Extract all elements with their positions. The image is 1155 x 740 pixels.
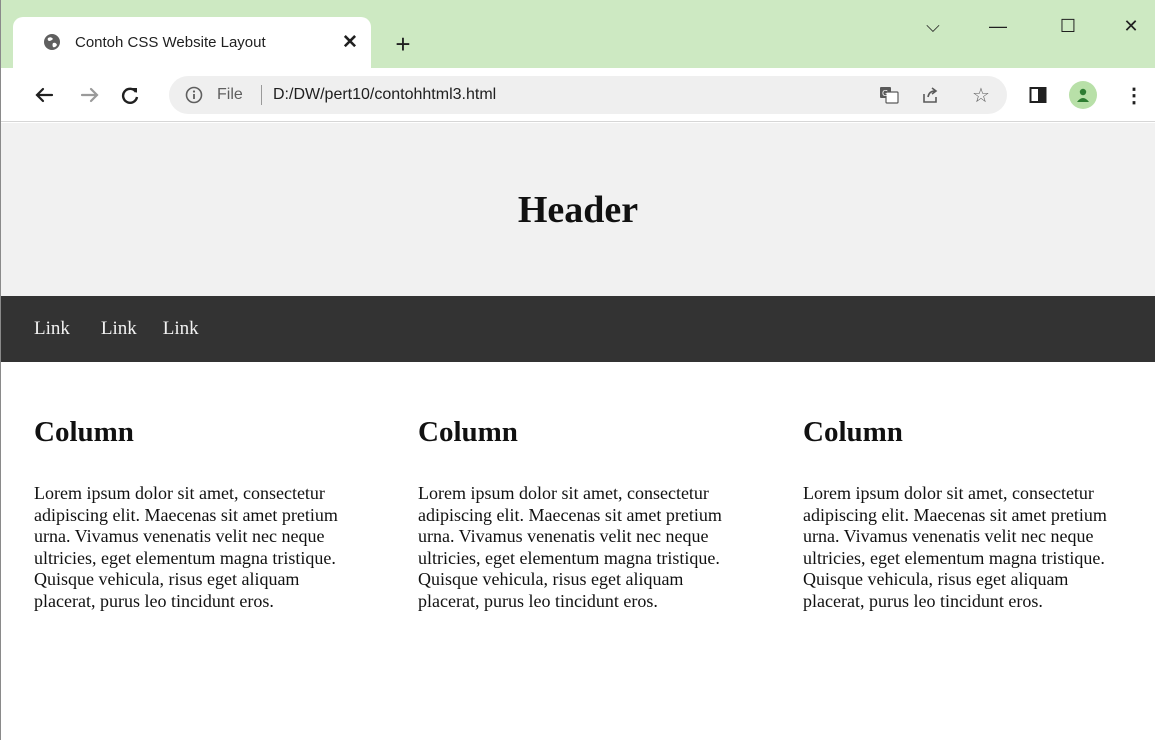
- more-menu-icon[interactable]: ⋮: [1122, 83, 1146, 107]
- columns-row: Column Lorem ipsum dolor sit amet, conse…: [1, 362, 1155, 740]
- column-text: Lorem ipsum dolor sit amet, consectetur …: [418, 483, 722, 611]
- tab-title: Contoh CSS Website Layout: [75, 34, 266, 51]
- share-icon[interactable]: [919, 83, 943, 107]
- back-arrow-icon[interactable]: [29, 80, 59, 110]
- address-bar[interactable]: File D:/DW/pert10/contohhtml3.html G ☆: [169, 76, 1007, 114]
- translate-icon[interactable]: G: [877, 83, 901, 107]
- nav-link-1[interactable]: Link: [34, 317, 70, 341]
- tab-strip: Contoh CSS Website Layout ✕ + ⌵ — ☐ ✕: [1, 0, 1155, 68]
- header-title: Header: [517, 188, 639, 231]
- nav-link-2[interactable]: Link: [101, 317, 137, 341]
- web-page: Header Link Link Link Column Lorem ipsum…: [1, 123, 1155, 740]
- info-icon[interactable]: [185, 86, 203, 104]
- column-2: Column Lorem ipsum dolor sit amet, conse…: [418, 415, 758, 612]
- nav-link-3[interactable]: Link: [163, 317, 199, 341]
- close-window-button[interactable]: ✕: [1101, 4, 1155, 48]
- site-header: Header: [1, 123, 1155, 296]
- profile-avatar-icon[interactable]: [1069, 81, 1097, 109]
- column-heading: Column: [418, 416, 518, 448]
- column-1: Column Lorem ipsum dolor sit amet, conse…: [34, 415, 374, 612]
- reload-icon[interactable]: [115, 80, 145, 110]
- column-text: Lorem ipsum dolor sit amet, consectetur …: [34, 483, 338, 611]
- browser-toolbar: File D:/DW/pert10/contohhtml3.html G ☆ ⋮: [1, 68, 1155, 122]
- scheme-label: File: [217, 86, 243, 103]
- column-3: Column Lorem ipsum dolor sit amet, conse…: [803, 415, 1143, 612]
- bookmark-star-icon[interactable]: ☆: [969, 83, 993, 107]
- maximize-button[interactable]: ☐: [1038, 4, 1098, 48]
- minimize-button[interactable]: —: [968, 4, 1028, 48]
- top-nav: Link Link Link: [1, 296, 1155, 362]
- tab-active[interactable]: Contoh CSS Website Layout ✕: [13, 17, 371, 68]
- forward-arrow-icon[interactable]: [75, 80, 105, 110]
- address-divider: [261, 85, 262, 105]
- svg-text:G: G: [882, 89, 888, 98]
- column-heading: Column: [34, 416, 134, 448]
- new-tab-button[interactable]: +: [389, 30, 417, 58]
- url-text[interactable]: D:/DW/pert10/contohhtml3.html: [273, 85, 496, 105]
- column-heading: Column: [803, 416, 903, 448]
- column-text: Lorem ipsum dolor sit amet, consectetur …: [803, 483, 1107, 611]
- globe-icon: [43, 33, 61, 51]
- tab-close-icon[interactable]: ✕: [338, 30, 362, 54]
- side-panel-icon[interactable]: [1026, 83, 1050, 107]
- tab-search-icon[interactable]: ⌵: [903, 4, 963, 48]
